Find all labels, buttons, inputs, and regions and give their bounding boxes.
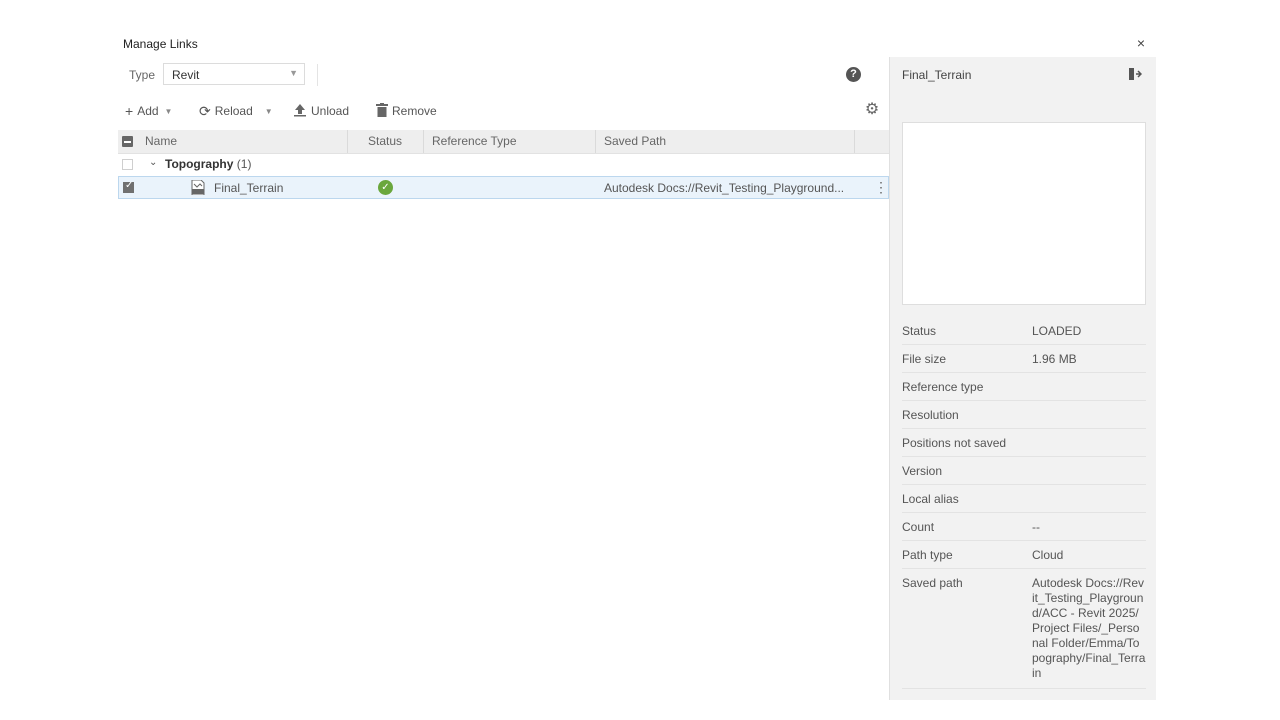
- select-all-checkbox[interactable]: [122, 136, 133, 147]
- property-key: Status: [902, 324, 937, 338]
- remove-label: Remove: [392, 104, 437, 118]
- row-checkbox[interactable]: [123, 180, 134, 193]
- details-panel: Final_Terrain Status LOADED File size 1.96…: [889, 57, 1156, 700]
- table-row[interactable]: Final_Terrain ✓ Autodesk Docs://Revit_Te…: [118, 176, 889, 199]
- property-value: LOADED: [1032, 324, 1082, 338]
- property-value: 1.96 MB: [1032, 352, 1077, 366]
- property-row: Count --: [902, 513, 1146, 541]
- kebab-icon[interactable]: ⋮: [874, 179, 888, 195]
- panel-collapse-icon[interactable]: [1128, 67, 1143, 81]
- property-key: Local alias: [902, 492, 959, 506]
- type-label: Type: [129, 68, 156, 82]
- divider: [317, 64, 318, 86]
- type-select-value: Revit: [172, 68, 200, 82]
- plus-icon: +: [125, 103, 134, 119]
- upload-icon: [293, 103, 307, 120]
- column-header-name[interactable]: Name: [145, 130, 177, 153]
- add-label: Add: [137, 104, 159, 118]
- chevron-down-icon: ▼: [164, 106, 173, 116]
- column-separator: [347, 130, 348, 153]
- remove-button[interactable]: Remove: [376, 101, 437, 121]
- group-label: Topography (1): [165, 157, 251, 171]
- property-key: File size: [902, 352, 947, 366]
- property-key: Path type: [902, 548, 953, 562]
- property-row: Status LOADED: [902, 317, 1146, 345]
- file-name: Final_Terrain: [214, 181, 284, 195]
- column-header-saved-path[interactable]: Saved Path: [604, 130, 666, 153]
- property-row: Reference type: [902, 373, 1146, 401]
- group-row[interactable]: ⌄ Topography (1): [118, 154, 889, 176]
- property-value: --: [1032, 520, 1040, 534]
- reload-icon: ⟳: [199, 102, 211, 119]
- preview-thumbnail: [902, 122, 1146, 305]
- gear-icon[interactable]: ⚙: [864, 102, 880, 118]
- property-key: Reference type: [902, 380, 984, 394]
- property-key: Saved path: [902, 576, 963, 590]
- close-icon[interactable]: ×: [1134, 36, 1148, 50]
- help-icon[interactable]: ?: [846, 67, 861, 82]
- property-value: Autodesk Docs://Revit_Testing_Playground…: [1032, 576, 1146, 680]
- property-row: Local alias: [902, 485, 1146, 513]
- add-button[interactable]: + Add ▼: [125, 101, 172, 121]
- column-header-status[interactable]: Status: [368, 130, 402, 153]
- unload-label: Unload: [311, 104, 350, 118]
- property-row: Resolution: [902, 401, 1146, 429]
- reload-button[interactable]: ⟳ Reload ▼: [199, 101, 273, 121]
- property-key: Resolution: [902, 408, 959, 422]
- unload-button[interactable]: Unload: [293, 101, 349, 121]
- column-separator: [595, 130, 596, 153]
- property-row: Saved path Autodesk Docs://Revit_Testing_…: [902, 569, 1146, 689]
- row-checkbox[interactable]: [122, 159, 133, 170]
- details-title: Final_Terrain: [902, 68, 972, 82]
- property-row: File size 1.96 MB: [902, 345, 1146, 373]
- chevron-down-icon[interactable]: ⌄: [149, 157, 157, 168]
- column-header-reference-type[interactable]: Reference Type: [432, 130, 517, 153]
- column-separator: [423, 130, 424, 153]
- group-name: Topography: [165, 157, 234, 171]
- dialog-title: Manage Links: [123, 37, 198, 51]
- check-circle-icon: ✓: [378, 180, 393, 195]
- column-separator: [854, 130, 855, 153]
- saved-path-cell: Autodesk Docs://Revit_Testing_Playground…: [604, 181, 845, 195]
- property-key: Version: [902, 464, 943, 478]
- property-value: Cloud: [1032, 548, 1064, 562]
- property-row: Version: [902, 457, 1146, 485]
- properties-list: Status LOADED File size 1.96 MB Reference …: [902, 317, 1146, 689]
- reload-label: Reload: [214, 104, 253, 118]
- trash-icon: [376, 102, 388, 120]
- chevron-down-icon: ▼: [264, 106, 273, 116]
- group-count: (1): [236, 157, 252, 171]
- chevron-down-icon: ▼: [289, 68, 298, 78]
- property-key: Positions not saved: [902, 436, 1007, 450]
- file-icon: [191, 179, 205, 196]
- table-header: Name Status Reference Type Saved Path: [118, 130, 889, 154]
- type-select[interactable]: Revit ▼: [163, 63, 305, 85]
- links-table: Name Status Reference Type Saved Path ⌄ …: [118, 130, 889, 199]
- property-row: Path type Cloud: [902, 541, 1146, 569]
- property-key: Count: [902, 520, 935, 534]
- property-row: Positions not saved: [902, 429, 1146, 457]
